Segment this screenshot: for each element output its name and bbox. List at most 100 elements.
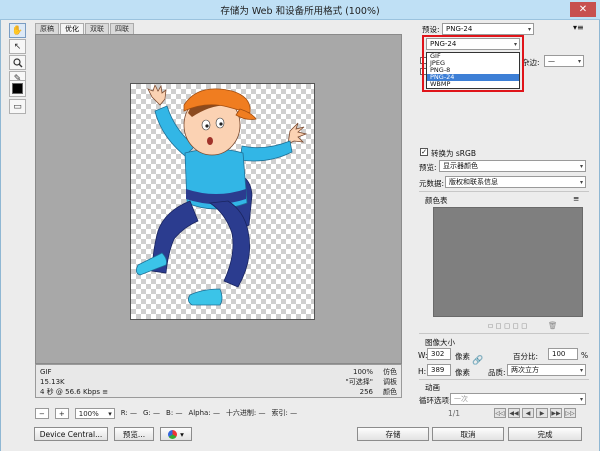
- color-table-menu-icon[interactable]: ≡: [573, 194, 579, 203]
- width-input[interactable]: 302: [427, 348, 451, 360]
- preview-label: 预览:: [419, 163, 437, 172]
- zoom-icon[interactable]: [9, 55, 26, 70]
- matte-label: 杂边:: [522, 58, 540, 67]
- preset-label: 预设:: [422, 25, 440, 34]
- zoom-in-button[interactable]: +: [54, 407, 69, 419]
- swatch-fill: [12, 83, 23, 94]
- highlight-box: [422, 35, 524, 92]
- r-value: —: [130, 409, 137, 417]
- convert-srgb-label: 转换为 sRGB: [431, 149, 476, 158]
- window-title-bar: 存储为 Web 和设备所用格式 (100%): [0, 0, 600, 20]
- divider: [419, 333, 589, 334]
- chevron-down-icon: ▾: [579, 163, 583, 170]
- percent-unit: %: [581, 351, 589, 360]
- tab-4up[interactable]: 四联: [110, 23, 134, 34]
- height-label: H:: [418, 367, 427, 376]
- chevron-down-icon: ▾: [579, 179, 583, 186]
- preset-value: PNG-24: [446, 25, 473, 33]
- g-label: G:: [143, 409, 151, 417]
- index-readout: 索引: —: [272, 408, 298, 418]
- b-value: —: [175, 409, 183, 417]
- metadata-value: 版权和联系信息: [449, 178, 498, 186]
- preview-value: 显示器颜色: [443, 162, 478, 170]
- width-value: 302: [431, 350, 445, 358]
- info-palette-label: 调板: [383, 378, 397, 386]
- done-button[interactable]: 完成: [508, 427, 582, 441]
- g-readout: G: —: [143, 409, 160, 417]
- link-icon[interactable]: 🔗: [472, 356, 483, 366]
- save-button[interactable]: 存储: [357, 427, 429, 441]
- chevron-down-icon: ▾: [180, 429, 184, 439]
- prev-frame-icon[interactable]: ◀◀: [508, 408, 520, 418]
- preview-select[interactable]: 显示器颜色 ▾: [439, 160, 586, 172]
- r-readout: R: —: [121, 409, 137, 417]
- divider: [419, 191, 589, 192]
- info-format: GIF: [40, 368, 52, 376]
- matte-select[interactable]: — ▾: [544, 55, 584, 67]
- hex-readout: 十六进制: —: [226, 408, 266, 418]
- quality-select[interactable]: 两次立方 ▾: [507, 364, 586, 376]
- status-bar: − + 100% ▾ R: — G: — B: — Alpha: — 十六进制: …: [35, 406, 402, 420]
- optimization-info-panel: GIF 15.13K 4 秒 @ 56.6 Kbps ≡ 100% "可选择" …: [35, 364, 402, 398]
- zoom-out-button[interactable]: −: [35, 407, 49, 419]
- alpha-label: Alpha:: [188, 409, 211, 417]
- info-palette-value: "可选择": [345, 378, 373, 386]
- metadata-select[interactable]: 版权和联系信息 ▾: [445, 176, 586, 188]
- loop-label: 循环选项:: [419, 396, 452, 405]
- loop-value: 一次: [454, 395, 468, 403]
- alpha-value: —: [212, 409, 220, 417]
- play-icon[interactable]: ▶: [536, 408, 548, 418]
- divider: [419, 379, 589, 380]
- browser-preview-button[interactable]: ▾: [160, 427, 192, 441]
- b-label: B:: [166, 409, 174, 417]
- color-table-header: 颜色表: [425, 196, 448, 205]
- color-table-icons: ▫ ◻ ◻ ◻ ◻: [488, 321, 528, 330]
- loop-select[interactable]: 一次 ▾: [450, 393, 586, 405]
- info-dither-label: 仿色: [383, 368, 397, 376]
- convert-srgb-checkbox[interactable]: ✓: [420, 148, 428, 156]
- trash-icon[interactable]: 🗑: [548, 321, 558, 330]
- toggle-slices-icon[interactable]: ▭: [9, 99, 26, 114]
- percent-label: 百分比:: [513, 352, 539, 361]
- color-swatch-icon[interactable]: [9, 80, 26, 97]
- height-value: 389: [431, 366, 445, 374]
- last-frame-icon[interactable]: ▷▷: [564, 408, 576, 418]
- animation-header: 动画: [425, 383, 440, 392]
- quality-label: 品质:: [488, 368, 506, 377]
- color-table[interactable]: [433, 207, 583, 317]
- tab-optimized[interactable]: 优化: [60, 23, 84, 34]
- hex-label: 十六进制:: [225, 409, 257, 417]
- b-readout: B: —: [166, 409, 182, 417]
- browser-icon: [168, 429, 178, 439]
- frame-counter: 1/1: [448, 409, 461, 418]
- index-label: 索引:: [271, 409, 288, 417]
- back-frame-icon[interactable]: ◀: [522, 408, 534, 418]
- close-icon[interactable]: ✕: [570, 2, 596, 17]
- hand-icon[interactable]: ✋: [9, 23, 26, 38]
- info-colors-value: 256: [359, 388, 373, 396]
- tab-original[interactable]: 原稿: [35, 23, 59, 34]
- next-frame-icon[interactable]: ▶▶: [550, 408, 562, 418]
- info-dither-value: 100%: [352, 368, 373, 376]
- g-value: —: [153, 409, 161, 417]
- panel-menu-icon[interactable]: ▾≡: [573, 23, 584, 32]
- zoom-select[interactable]: 100% ▾: [74, 407, 115, 419]
- view-tabs: 原稿 优化 双联 四联: [35, 23, 135, 34]
- slice-select-icon[interactable]: ↖: [9, 39, 26, 54]
- percent-value: 100: [552, 350, 566, 358]
- height-unit: 像素: [455, 368, 470, 377]
- preset-select[interactable]: PNG-24 ▾: [442, 23, 534, 35]
- width-unit: 像素: [455, 352, 470, 361]
- cartoon-boy-image: [136, 83, 308, 306]
- percent-input[interactable]: 100: [548, 348, 578, 360]
- matte-value: —: [548, 57, 555, 65]
- info-download-time: 4 秒 @ 56.6 Kbps ≡: [40, 388, 109, 396]
- preview-button[interactable]: 预览...: [114, 427, 154, 441]
- chevron-down-icon: ▾: [527, 26, 531, 33]
- first-frame-icon[interactable]: ◁◁: [494, 408, 506, 418]
- quality-value: 两次立方: [511, 366, 539, 374]
- cancel-button[interactable]: 取消: [432, 427, 504, 441]
- tab-2up[interactable]: 双联: [85, 23, 109, 34]
- device-central-button[interactable]: Device Central...: [34, 427, 108, 441]
- height-input[interactable]: 389: [427, 364, 451, 376]
